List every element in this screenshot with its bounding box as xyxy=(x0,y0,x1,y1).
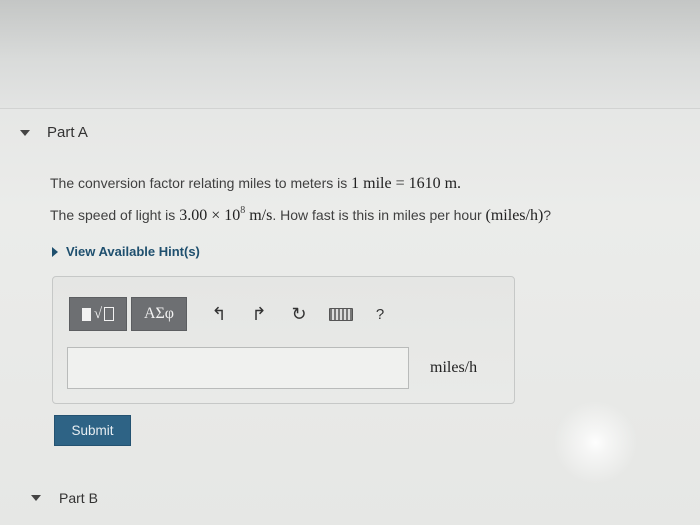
radical-icon: √ xyxy=(93,305,103,322)
redo-icon[interactable]: ↱ xyxy=(239,297,279,331)
conversion-factor: 1 mile = 1610 m. xyxy=(351,175,462,192)
question-text: The speed of light is xyxy=(50,207,180,223)
screen-glare xyxy=(548,395,643,490)
math-toolbar: √ ΑΣφ ↰ ↱ ↻ ? xyxy=(69,296,397,332)
question-text: The conversion factor relating miles to … xyxy=(50,175,352,191)
part-b-title: Part B xyxy=(59,490,98,506)
symbols-button[interactable]: ΑΣφ xyxy=(131,297,187,331)
speed-coefficient: 3.00 × 10 xyxy=(179,207,241,224)
template-box-icon xyxy=(104,307,115,321)
view-hints-link[interactable]: View Available Hint(s) xyxy=(52,244,200,259)
speed-unit: m/s xyxy=(245,207,273,224)
hint-label: View Available Hint(s) xyxy=(66,244,200,259)
question-line-1: The conversion factor relating miles to … xyxy=(50,175,461,193)
part-a-header[interactable]: Part A xyxy=(20,124,88,141)
caret-down-icon xyxy=(20,129,30,136)
answer-input[interactable] xyxy=(67,347,409,389)
templates-button[interactable]: √ xyxy=(69,297,127,331)
question-text: . How fast is this in miles per hour xyxy=(272,207,486,223)
part-a-title: Part A xyxy=(47,124,88,141)
speed-exponent: 8 xyxy=(240,205,246,216)
keyboard-button[interactable] xyxy=(319,297,363,331)
caret-right-icon xyxy=(52,246,58,257)
question-mark: ? xyxy=(543,207,552,223)
question-line-2: The speed of light is 3.00 × 108 m/s. Ho… xyxy=(50,205,552,225)
reset-icon[interactable]: ↻ xyxy=(279,297,319,331)
caret-down-icon xyxy=(31,495,41,501)
target-unit: (miles/h) xyxy=(485,207,544,224)
part-b-header[interactable]: Part B xyxy=(31,490,98,506)
page-header-band xyxy=(0,0,700,108)
keyboard-icon xyxy=(329,307,353,321)
section-divider xyxy=(0,108,700,109)
template-block-icon xyxy=(81,307,91,321)
help-button[interactable]: ? xyxy=(363,297,397,331)
submit-button[interactable]: Submit xyxy=(54,415,131,446)
answer-unit: miles/h xyxy=(430,359,478,376)
undo-icon[interactable]: ↰ xyxy=(199,297,239,331)
